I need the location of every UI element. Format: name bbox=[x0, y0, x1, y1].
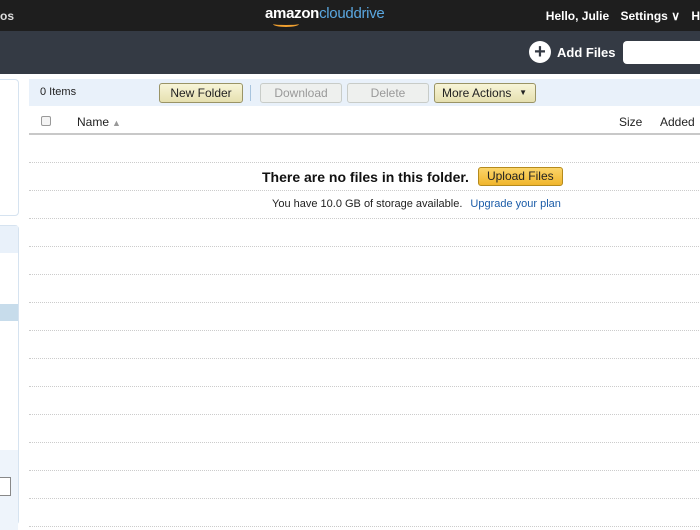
delete-button[interactable]: Delete bbox=[347, 83, 429, 103]
download-button[interactable]: Download bbox=[260, 83, 342, 103]
logo-amazon: amazon bbox=[265, 5, 320, 22]
add-files-button[interactable]: + Add Files bbox=[529, 41, 616, 63]
table-row bbox=[29, 219, 700, 247]
file-list-panel: 0 Items New Folder Download Delete More … bbox=[29, 79, 700, 527]
search-input[interactable] bbox=[623, 41, 700, 64]
amazon-smile-icon bbox=[273, 21, 299, 27]
table-header: Name ▲ Size Added bbox=[29, 106, 700, 135]
storage-info: You have 10.0 GB of storage available. bbox=[272, 198, 463, 210]
table-row bbox=[29, 387, 700, 415]
column-name[interactable]: Name ▲ bbox=[77, 115, 121, 129]
action-bar: + Add Files bbox=[0, 31, 700, 74]
table-row bbox=[29, 415, 700, 443]
table-row bbox=[29, 443, 700, 471]
logo-cloud: cloud bbox=[319, 5, 354, 22]
table-row bbox=[29, 331, 700, 359]
greeting: Hello, Julie bbox=[545, 9, 610, 23]
table-row bbox=[29, 499, 700, 527]
more-actions-button[interactable]: More Actions ▼ bbox=[434, 83, 536, 103]
sidebar-selected-item[interactable] bbox=[0, 304, 18, 321]
help-link[interactable]: H bbox=[691, 9, 700, 23]
sidebar-lower-section bbox=[0, 450, 18, 530]
table-row bbox=[29, 275, 700, 303]
table-row bbox=[29, 303, 700, 331]
top-nav-bar: os amazonclouddrive Hello, Julie Setting… bbox=[0, 0, 700, 31]
upload-files-button[interactable]: Upload Files bbox=[477, 167, 563, 186]
upgrade-plan-link[interactable]: Upgrade your plan bbox=[470, 198, 561, 210]
file-toolbar: 0 Items New Folder Download Delete More … bbox=[29, 79, 700, 106]
column-name-label: Name bbox=[77, 115, 110, 129]
more-actions-label: More Actions bbox=[442, 86, 512, 100]
dropdown-arrow-icon: ▼ bbox=[519, 88, 527, 97]
amazon-cloud-drive-logo[interactable]: amazonclouddrive bbox=[265, 5, 385, 27]
column-added[interactable]: Added bbox=[660, 115, 695, 129]
empty-message-row: There are no files in this folder. Uploa… bbox=[29, 163, 700, 191]
toolbar-divider bbox=[250, 85, 251, 101]
sidebar-panel-header bbox=[0, 226, 18, 253]
new-folder-button[interactable]: New Folder bbox=[159, 83, 243, 103]
sidebar-panel-top bbox=[0, 79, 19, 216]
plus-circle-icon: + bbox=[529, 41, 551, 63]
sidebar-panel-folders bbox=[0, 225, 19, 530]
table-row bbox=[29, 359, 700, 387]
item-count: 0 Items bbox=[40, 86, 77, 98]
column-size[interactable]: Size bbox=[619, 115, 642, 129]
chevron-down-icon: ∨ bbox=[671, 9, 680, 23]
select-all-checkbox[interactable] bbox=[41, 116, 51, 126]
storage-row: You have 10.0 GB of storage available. Up… bbox=[29, 191, 700, 219]
table-row bbox=[29, 135, 700, 163]
sort-ascending-icon: ▲ bbox=[112, 118, 121, 128]
table-row bbox=[29, 247, 700, 275]
settings-label: Settings bbox=[620, 9, 668, 23]
logo-drive: drive bbox=[353, 5, 385, 22]
nav-item-photos[interactable]: os bbox=[0, 9, 14, 23]
add-files-label: Add Files bbox=[557, 44, 616, 60]
table-row bbox=[29, 471, 700, 499]
settings-menu[interactable]: Settings ∨ bbox=[621, 9, 680, 23]
sidebar-input[interactable] bbox=[0, 477, 11, 496]
empty-folder-message: There are no files in this folder. bbox=[262, 168, 469, 185]
